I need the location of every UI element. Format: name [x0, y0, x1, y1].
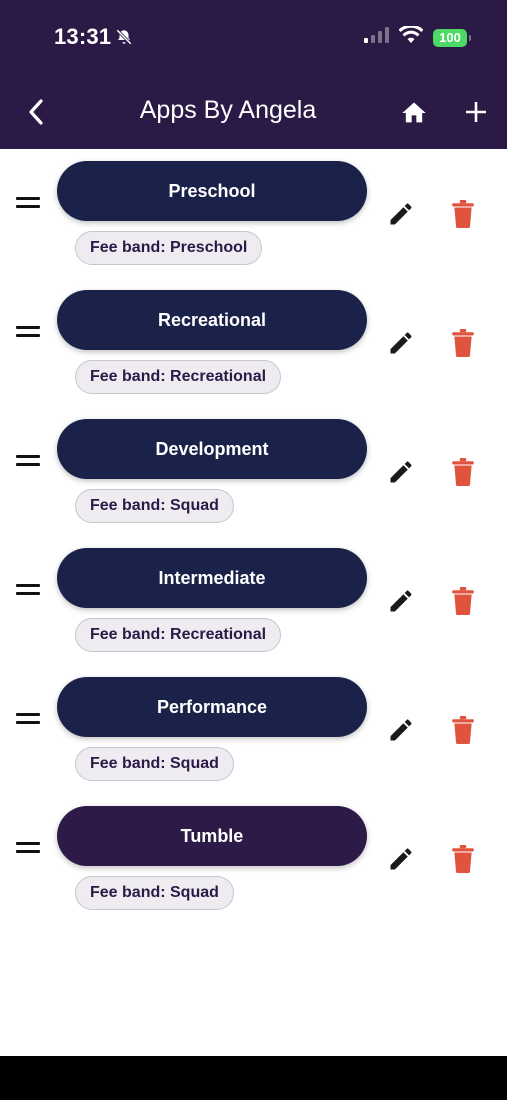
trash-icon [452, 458, 474, 486]
fee-band-chip: Fee band: Recreational [75, 360, 282, 394]
delete-button[interactable] [450, 845, 476, 873]
trash-icon [452, 200, 474, 228]
plus-icon [466, 102, 486, 122]
status-time: 13:31 [54, 24, 133, 50]
bell-slash-icon [115, 28, 133, 46]
group-button[interactable]: Tumble [57, 806, 367, 866]
group-button[interactable]: Preschool [57, 161, 367, 221]
home-button[interactable] [400, 99, 428, 127]
trash-icon [452, 329, 474, 357]
pencil-icon [390, 719, 412, 741]
delete-button[interactable] [450, 329, 476, 357]
edit-button[interactable] [387, 458, 415, 486]
delete-button[interactable] [450, 200, 476, 228]
list-item: Recreational Fee band: Recreational [0, 278, 507, 407]
edit-button[interactable] [387, 716, 415, 744]
home-icon [402, 102, 426, 123]
delete-button[interactable] [450, 716, 476, 744]
edit-button[interactable] [387, 200, 415, 228]
drag-handle-icon[interactable] [16, 842, 40, 854]
drag-handle-icon[interactable] [16, 197, 40, 209]
group-button[interactable]: Performance [57, 677, 367, 737]
wifi-icon [398, 24, 424, 49]
pencil-icon [390, 848, 412, 870]
pencil-icon [390, 203, 412, 225]
list-item: Development Fee band: Squad [0, 407, 507, 536]
add-button[interactable] [463, 99, 489, 125]
edit-button[interactable] [387, 587, 415, 615]
list-item: Preschool Fee band: Preschool [0, 149, 507, 278]
list-item: Tumble Fee band: Squad [0, 794, 507, 923]
status-time-text: 13:31 [54, 24, 112, 49]
drag-handle-icon[interactable] [16, 326, 40, 338]
drag-handle-icon[interactable] [16, 713, 40, 725]
edit-button[interactable] [387, 329, 415, 357]
status-indicators: 100 [363, 24, 471, 49]
drag-handle-icon[interactable] [16, 455, 40, 467]
fee-band-chip: Fee band: Squad [75, 489, 234, 523]
list-item: Intermediate Fee band: Recreational [0, 536, 507, 665]
delete-button[interactable] [450, 458, 476, 486]
signal-icon [363, 27, 389, 48]
edit-button[interactable] [387, 845, 415, 873]
pencil-icon [390, 590, 412, 612]
app-header: 13:31 100 Apps By Angela [0, 0, 507, 149]
trash-icon [452, 845, 474, 873]
pencil-icon [390, 461, 412, 483]
fee-band-chip: Fee band: Squad [75, 747, 234, 781]
fee-band-chip: Fee band: Preschool [75, 231, 263, 265]
list-item: Performance Fee band: Squad [0, 665, 507, 794]
group-button[interactable]: Intermediate [57, 548, 367, 608]
fee-band-chip: Fee band: Recreational [75, 618, 282, 652]
trash-icon [452, 716, 474, 744]
group-button[interactable]: Recreational [57, 290, 367, 350]
trash-icon [452, 587, 474, 615]
group-button[interactable]: Development [57, 419, 367, 479]
delete-button[interactable] [450, 587, 476, 615]
page-title: Apps By Angela [139, 96, 317, 124]
pencil-icon [390, 332, 412, 354]
battery-icon: 100 [433, 28, 471, 47]
drag-handle-icon[interactable] [16, 584, 40, 596]
battery-level: 100 [439, 30, 461, 45]
fee-band-chip: Fee band: Squad [75, 876, 234, 910]
home-indicator-bar [0, 1056, 507, 1100]
